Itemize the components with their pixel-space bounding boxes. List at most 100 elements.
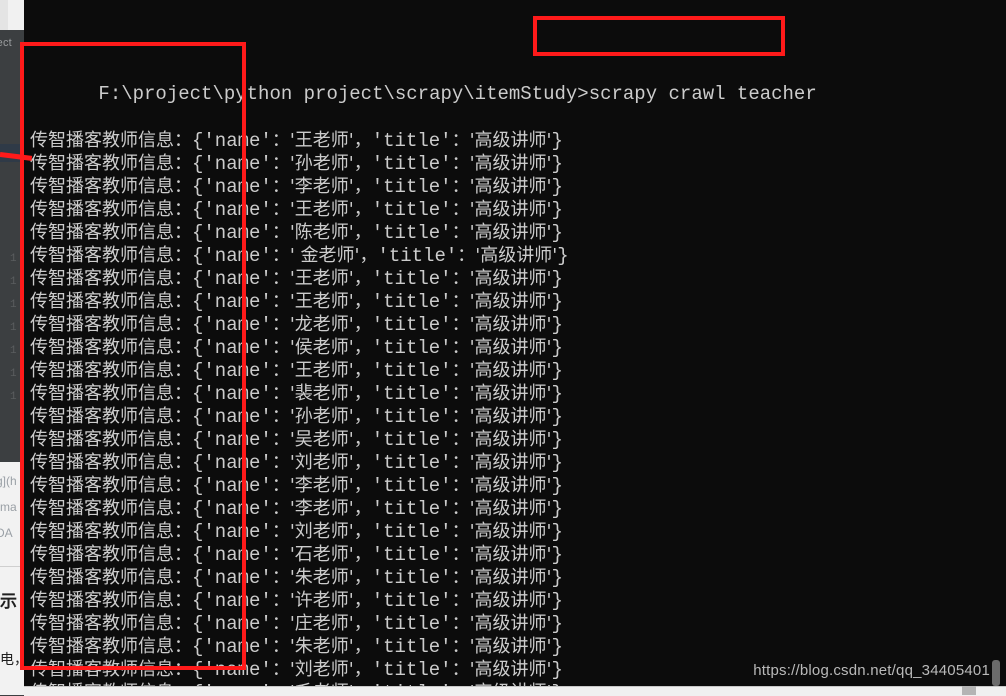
output-close-brace: }	[551, 153, 563, 175]
output-key-name: 'name'	[203, 590, 272, 612]
output-open-brace: {	[192, 521, 204, 543]
output-close-brace: }	[551, 291, 563, 313]
output-value-title: '高级讲师'	[469, 636, 552, 657]
output-key-name: 'name'	[203, 291, 272, 313]
output-colon: ：	[451, 176, 470, 197]
output-key-title: 'title'	[371, 636, 452, 658]
output-value-name: '刘老师'	[289, 659, 354, 680]
output-key-title: 'title'	[377, 245, 458, 267]
ide-lower-divider	[0, 566, 26, 567]
output-value-name: '刘老师'	[289, 521, 354, 542]
output-value-name: '孙老师'	[289, 406, 354, 427]
output-value-title: '高级讲师'	[469, 613, 552, 634]
output-comma: ，	[353, 222, 372, 243]
output-colon: ：	[271, 544, 290, 565]
console-output-row: 传智播客教师信息：{'name'：'石老师'，'title'：'高级讲师'}	[30, 543, 1006, 566]
output-label-prefix: 传智播客教师信息：	[30, 337, 192, 358]
console-output-rows: 传智播客教师信息：{'name'：'王老师'，'title'：'高级讲师'} 传智…	[30, 129, 1006, 686]
output-open-brace: {	[192, 130, 204, 152]
output-comma: ，	[353, 406, 372, 427]
output-value-title: '高级讲师'	[469, 383, 552, 404]
command-prompt-window[interactable]: F:\project\python project\scrapy\itemStu…	[24, 0, 1006, 686]
output-value-title: '高级讲师'	[469, 521, 552, 542]
output-label-prefix: 传智播客教师信息：	[30, 429, 192, 450]
output-colon: ：	[271, 130, 290, 151]
output-value-title: '高级讲师'	[469, 360, 552, 381]
output-label-prefix: 传智播客教师信息：	[30, 130, 192, 151]
console-horizontal-scrollbar[interactable]	[962, 686, 976, 695]
output-open-brace: {	[192, 475, 204, 497]
output-open-brace: {	[192, 314, 204, 336]
output-colon: ：	[451, 199, 470, 220]
output-value-title: '高级讲师'	[469, 475, 552, 496]
output-label-prefix: 传智播客教师信息：	[30, 176, 192, 197]
output-close-brace: }	[551, 452, 563, 474]
output-key-name: 'name'	[203, 475, 272, 497]
output-open-brace: {	[192, 153, 204, 175]
output-value-name: ' 金老师'	[289, 245, 360, 266]
output-key-title: 'title'	[371, 406, 452, 428]
output-key-name: 'name'	[203, 567, 272, 589]
output-close-brace: }	[551, 383, 563, 405]
output-comma: ，	[353, 521, 372, 542]
console-prompt-line: F:\project\python project\scrapy\itemStu…	[30, 60, 1006, 105]
output-open-brace: {	[192, 406, 204, 428]
console-output-row: 传智播客教师信息：{'name'：'朱老师'，'title'：'高级讲师'}	[30, 566, 1006, 589]
output-colon: ：	[451, 521, 470, 542]
output-key-title: 'title'	[371, 521, 452, 543]
output-colon: ：	[271, 406, 290, 427]
output-value-title: '高级讲师'	[469, 590, 552, 611]
output-value-name: '朱老师'	[289, 567, 354, 588]
output-colon: ：	[271, 360, 290, 381]
console-prompt-path: F:\project\python project\scrapy\itemStu…	[98, 83, 589, 105]
output-close-brace: }	[551, 222, 563, 244]
output-colon: ：	[271, 521, 290, 542]
output-label-prefix: 传智播客教师信息：	[30, 268, 192, 289]
output-comma: ，	[353, 176, 372, 197]
output-key-title: 'title'	[371, 268, 452, 290]
output-value-name: '王老师'	[289, 360, 354, 381]
output-comma: ，	[353, 590, 372, 611]
output-value-title: '高级讲师'	[469, 176, 552, 197]
console-vertical-scrollbar-thumb[interactable]	[992, 660, 1000, 686]
output-close-brace: }	[551, 613, 563, 635]
output-key-title: 'title'	[371, 383, 452, 405]
output-colon: ：	[451, 613, 470, 634]
output-key-title: 'title'	[371, 475, 452, 497]
output-close-brace: }	[551, 406, 563, 428]
output-key-name: 'name'	[203, 337, 272, 359]
console-output-row: 传智播客教师信息：{'name'：'裴老师'，'title'：'高级讲师'}	[30, 382, 1006, 405]
output-close-brace: }	[551, 544, 563, 566]
console-output-row: 传智播客教师信息：{'name'：'李老师'，'title'：'高级讲师'}	[30, 175, 1006, 198]
output-label-prefix: 传智播客教师信息：	[30, 521, 192, 542]
console-output-row: 传智播客教师信息：{'name'：'朱老师'，'title'：'高级讲师'}	[30, 635, 1006, 658]
output-colon: ：	[451, 337, 470, 358]
output-colon: ：	[451, 429, 470, 450]
output-key-name: 'name'	[203, 176, 272, 198]
output-value-name: '许老师'	[289, 590, 354, 611]
output-open-brace: {	[192, 383, 204, 405]
output-label-prefix: 传智播客教师信息：	[30, 383, 192, 404]
output-colon: ：	[451, 452, 470, 473]
output-close-brace: }	[551, 130, 563, 152]
ide-lower-panel-heading: 示	[0, 592, 17, 612]
output-key-title: 'title'	[371, 130, 452, 152]
output-colon: ：	[271, 222, 290, 243]
output-colon: ：	[271, 176, 290, 197]
output-label-prefix: 传智播客教师信息：	[30, 291, 192, 312]
output-open-brace: {	[192, 659, 204, 681]
output-key-name: 'name'	[203, 314, 272, 336]
output-key-name: 'name'	[203, 613, 272, 635]
output-colon: ：	[271, 590, 290, 611]
output-value-title: '高级讲师'	[469, 291, 552, 312]
output-value-name: '王老师'	[289, 268, 354, 289]
output-close-brace: }	[551, 475, 563, 497]
output-colon: ：	[451, 383, 470, 404]
output-key-title: 'title'	[371, 452, 452, 474]
output-close-brace: }	[551, 199, 563, 221]
output-comma: ，	[353, 130, 372, 151]
console-output-row: 传智播客教师信息：{'name'：' 金老师'，'title'：'高级讲师'}	[30, 244, 1006, 267]
output-label-prefix: 传智播客教师信息：	[30, 452, 192, 473]
output-open-brace: {	[192, 567, 204, 589]
output-key-name: 'name'	[203, 521, 272, 543]
